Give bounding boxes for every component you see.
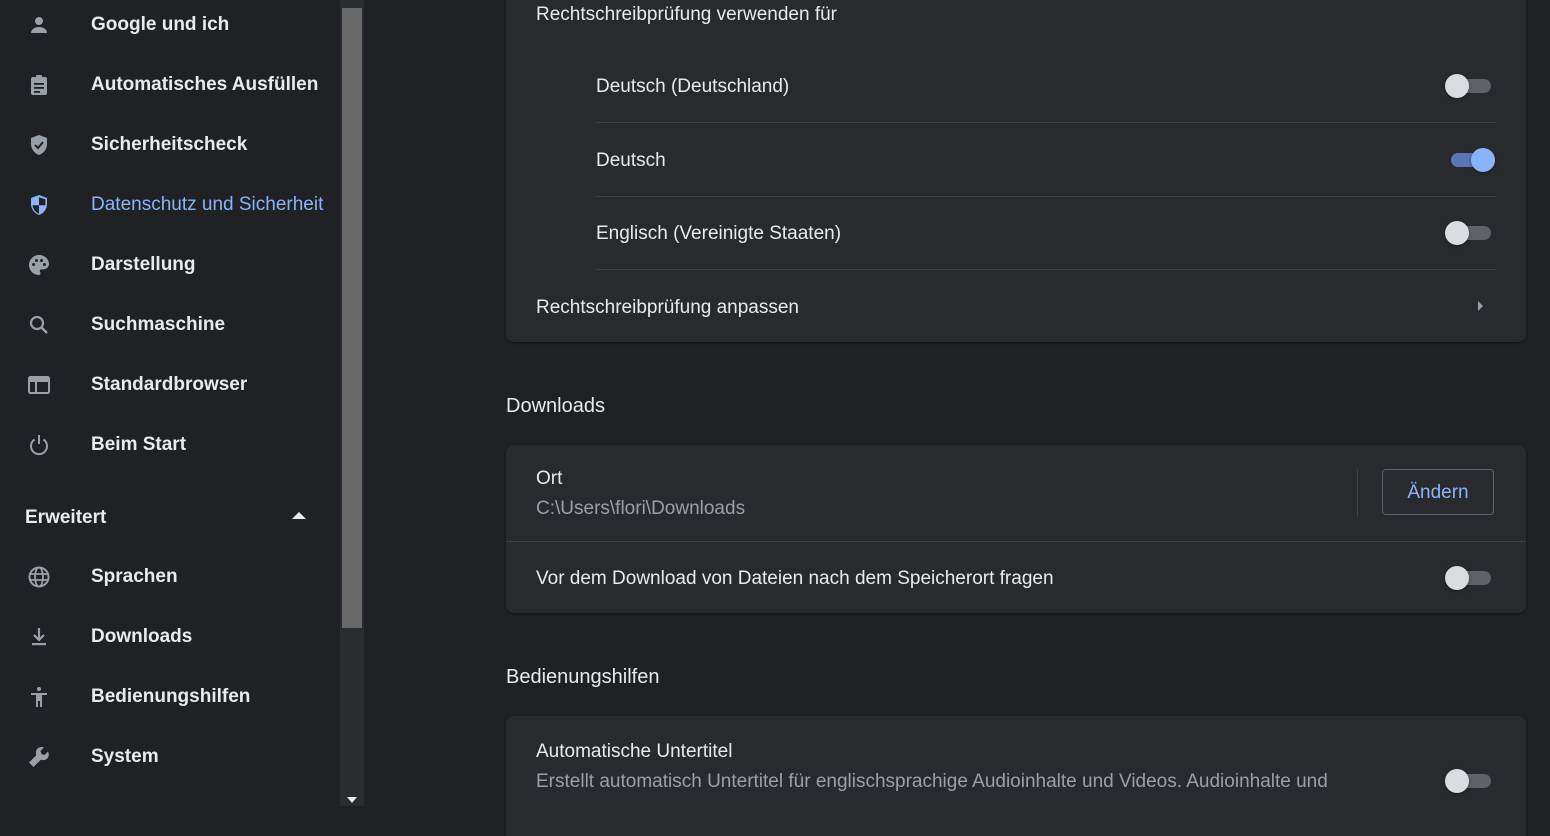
ask-download-location-label: Vor dem Download von Dateien nach dem Sp… [536, 568, 1054, 589]
scroll-down-arrow-icon[interactable] [347, 797, 357, 803]
spellcheck-toggle-deutsch-deutschland[interactable] [1445, 74, 1491, 98]
sidebar-item-standardbrowser[interactable]: Standardbrowser [0, 355, 340, 415]
spellcheck-card: Rechtschreibprüfung verwenden für Deutsc… [506, 0, 1526, 342]
divider [596, 196, 1496, 197]
scrollbar-thumb[interactable] [342, 8, 362, 628]
downloads-heading: Downloads [506, 395, 605, 417]
download-icon [27, 625, 51, 649]
live-caption-description: Erstellt automatisch Untertitel für engl… [536, 771, 1328, 792]
sidebar-item-label: Downloads [91, 626, 193, 647]
sidebar-item-datenschutz-und-sicherheit[interactable]: Datenschutz und Sicherheit [0, 175, 340, 235]
browser-icon [27, 373, 51, 397]
sidebar-item-bedienungshilfen[interactable]: Bedienungshilfen [0, 667, 340, 727]
accessibility-card: Automatische Untertitel Erstellt automat… [506, 716, 1526, 836]
sidebar-item-label: Sprachen [91, 566, 178, 587]
advanced-section-label: Erweitert [25, 507, 107, 528]
chevron-up-icon [292, 512, 306, 519]
download-location-label: Ort [536, 468, 563, 489]
sidebar-item-system[interactable]: System [0, 727, 340, 787]
wrench-icon [27, 745, 51, 769]
ask-download-location-toggle[interactable] [1445, 566, 1491, 590]
sidebar-item-label: Standardbrowser [91, 374, 248, 395]
downloads-card: Ort C:\Users\flori\Downloads Ändern Vor … [506, 445, 1526, 613]
search-icon [27, 313, 51, 337]
globe-icon [27, 565, 51, 589]
sidebar-item-label: Beim Start [91, 434, 187, 455]
sidebar-item-downloads[interactable]: Downloads [0, 607, 340, 667]
download-location-path: C:\Users\flori\Downloads [536, 498, 746, 519]
sidebar: Google und ich Automatisches Ausfüllen S… [0, 0, 340, 806]
live-caption-label: Automatische Untertitel [536, 741, 733, 762]
language-label: Deutsch (Deutschland) [596, 76, 790, 97]
main-content: Rechtschreibprüfung verwenden für Deutsc… [364, 0, 1550, 836]
sidebar-item-label: Google und ich [91, 14, 230, 35]
spellcheck-toggle-englisch[interactable] [1445, 221, 1491, 245]
sidebar-item-sprachen[interactable]: Sprachen [0, 547, 340, 607]
spellcheck-header: Rechtschreibprüfung verwenden für [536, 4, 838, 25]
power-icon [27, 433, 51, 457]
live-caption-toggle[interactable] [1445, 769, 1491, 793]
sidebar-item-label: Bedienungshilfen [91, 686, 251, 707]
sidebar-item-label: Automatisches Ausfüllen [91, 74, 319, 95]
sidebar-item-label: Datenschutz und Sicherheit [91, 194, 324, 215]
sidebar-item-label: Sicherheitscheck [91, 134, 248, 155]
sidebar-item-google-und-ich[interactable]: Google und ich [0, 0, 340, 55]
person-icon [27, 13, 51, 37]
accessibility-icon [27, 685, 51, 709]
shield-check-icon [27, 133, 51, 157]
language-label: Deutsch [596, 150, 666, 171]
spellcheck-toggle-deutsch[interactable] [1449, 148, 1495, 172]
sidebar-item-label: Suchmaschine [91, 314, 226, 335]
palette-icon [27, 253, 51, 277]
divider [506, 541, 1526, 542]
change-location-button[interactable]: Ändern [1382, 469, 1494, 515]
divider [596, 122, 1496, 123]
sidebar-item-suchmaschine[interactable]: Suchmaschine [0, 295, 340, 355]
advanced-section-toggle[interactable]: Erweitert [0, 489, 340, 545]
language-label: Englisch (Vereinigte Staaten) [596, 223, 842, 244]
sidebar-item-sicherheitscheck[interactable]: Sicherheitscheck [0, 115, 340, 175]
chevron-right-icon [1478, 301, 1483, 311]
sidebar-item-label: Darstellung [91, 254, 196, 275]
vertical-separator [1357, 469, 1358, 517]
sidebar-item-darstellung[interactable]: Darstellung [0, 235, 340, 295]
customize-spellcheck-row[interactable]: Rechtschreibprüfung anpassen [506, 270, 1526, 340]
customize-spellcheck-label: Rechtschreibprüfung anpassen [536, 297, 800, 318]
accessibility-heading: Bedienungshilfen [506, 666, 660, 688]
shield-icon [27, 193, 51, 217]
sidebar-item-beim-start[interactable]: Beim Start [0, 415, 340, 475]
sidebar-item-automatisches-ausfuellen[interactable]: Automatisches Ausfüllen [0, 55, 340, 115]
sidebar-item-label: System [91, 746, 159, 767]
sidebar-scrollbar[interactable] [340, 0, 364, 806]
clipboard-icon [27, 73, 51, 97]
